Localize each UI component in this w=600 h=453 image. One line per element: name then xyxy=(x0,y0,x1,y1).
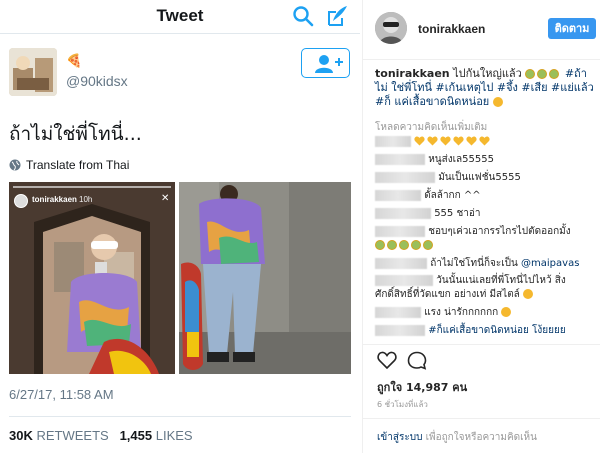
tweet-stats: 30K RETWEETS 1,455 LIKES xyxy=(9,428,193,443)
heart-emoji-icon xyxy=(440,136,451,146)
avatar[interactable] xyxy=(9,48,57,96)
heart-emoji-icon xyxy=(479,136,490,146)
story-time: 10h xyxy=(79,195,93,204)
blurred-username xyxy=(375,207,431,219)
emoji-icon xyxy=(525,69,536,79)
comment-text: 555 ชาอ่า xyxy=(434,208,481,219)
comment: แรง น่ารักกกกกก xyxy=(375,306,513,319)
blurred-username xyxy=(375,189,421,201)
tweet-date: 6/27/17, 11:58 AM xyxy=(9,387,114,402)
comment-text: มันเป็นแฟชั่น5555 xyxy=(438,172,521,183)
emoji-icon xyxy=(375,240,385,250)
compose-tweet-icon[interactable] xyxy=(326,4,350,28)
comment-icon[interactable] xyxy=(407,351,427,370)
comment-text: แรง น่ารักกกกกก xyxy=(424,307,499,318)
comment-text[interactable]: #ก็แค่เสื้อขาดนิดหน่อย โง้ยยยย xyxy=(428,325,566,336)
comment-continued: ศักดิ์สิทธิ์ที่วัดแขก อย่างเท่ มีสไตล์ xyxy=(375,288,535,301)
follow-button[interactable] xyxy=(301,48,350,78)
avatar[interactable] xyxy=(375,12,407,44)
emoji-icon xyxy=(399,240,409,250)
post-caption: tonirakkaen ไปกันใหญ่แล้ว #ถ้าไม่ ใช่พี่… xyxy=(375,67,597,109)
blurred-username xyxy=(375,274,433,286)
blurred-username xyxy=(375,171,435,183)
retweets-count[interactable]: 30K xyxy=(9,428,33,443)
comment-mention[interactable]: @maipavas xyxy=(521,258,579,269)
translate-label: Translate from Thai xyxy=(26,158,130,172)
comment: มันเป็นแฟชั่น5555 xyxy=(375,171,521,184)
likes-suffix: คน xyxy=(452,381,468,394)
divider xyxy=(363,344,600,345)
add-user-icon xyxy=(315,55,343,73)
globe-icon xyxy=(9,159,21,171)
post-header: tonirakkaen ติดตาม xyxy=(363,0,600,60)
retweets-label[interactable]: RETWEETS xyxy=(36,428,108,443)
tweet-text: ถ้าไม่ใช่พี่โทนี่... xyxy=(9,123,142,145)
tweet-header: Tweet xyxy=(0,0,360,34)
story-avatar xyxy=(14,194,28,208)
heart-emoji-icon xyxy=(453,136,464,146)
likes-count[interactable]: 1,455 xyxy=(120,428,153,443)
comment: ดั้ลล้ากก ^^ xyxy=(375,189,481,202)
blurred-username xyxy=(375,257,427,269)
instagram-panel: tonirakkaen ติดตาม tonirakkaen ไปกันใหญ่… xyxy=(362,0,600,453)
search-icon[interactable] xyxy=(292,5,314,27)
heart-emoji-icon xyxy=(466,136,477,146)
blurred-username xyxy=(375,153,425,165)
user-handle[interactable]: @90kidsx xyxy=(66,73,128,89)
comment-text: วันนั้นแน่เลยที่พี่โทนี่ไปไหว้ สิ่ง xyxy=(436,275,566,286)
comment: 555 ชาอ่า xyxy=(375,207,480,220)
login-prompt-text: เพื่อถูกใจหรือความคิดเห็น xyxy=(425,432,537,443)
divider xyxy=(9,416,351,417)
caption-hashtags-3[interactable]: แค่เสื้อขาดนิดหน่อย xyxy=(394,95,489,108)
blurred-username xyxy=(375,225,425,237)
post-username[interactable]: tonirakkaen xyxy=(418,22,485,36)
story-username: tonirakkaen xyxy=(32,195,77,204)
post-time: 6 ชั่วโมงที่แล้ว xyxy=(377,400,428,409)
pizza-badge-icon: 🍕 xyxy=(66,53,83,68)
comment: ชอบๆเค่วเอากรรไกรไปตัดออกมั้ง xyxy=(375,225,571,238)
login-prompt: เข้าสู่ระบบ เพื่อถูกใจหรือความคิดเห็น xyxy=(377,430,537,445)
likes-number: 14,987 xyxy=(405,381,449,394)
story-progress-bar xyxy=(13,186,171,188)
comment xyxy=(375,239,435,252)
emoji-icon xyxy=(549,69,560,79)
login-link[interactable]: เข้าสู่ระบบ xyxy=(377,432,422,443)
comment-text: ดั้ลล้ากก ^^ xyxy=(424,190,481,201)
blurred-username xyxy=(375,306,421,318)
comment-text: หนูส่งเล55555 xyxy=(428,154,494,165)
emoji-icon xyxy=(387,240,397,250)
comment xyxy=(375,135,492,148)
emoji-icon xyxy=(411,240,421,250)
comment-text: ชอบๆเค่วเอากรรไกรไปตัดออกมั้ง xyxy=(428,226,571,237)
blurred-username xyxy=(375,135,411,147)
translate-link[interactable]: Translate from Thai xyxy=(9,158,129,172)
heart-emoji-icon xyxy=(414,136,425,146)
emoji-icon xyxy=(523,289,533,299)
divider xyxy=(363,418,600,419)
close-icon: ✕ xyxy=(161,193,170,204)
load-more-comments[interactable]: โหลดความคิดเห็นเพิ่มเติม xyxy=(375,120,487,135)
likes-prefix: ถูกใจ xyxy=(377,381,403,394)
comment: #ก็แค่เสื้อขาดนิดหน่อย โง้ยยยย xyxy=(375,324,566,337)
blurred-username xyxy=(375,324,425,336)
follow-button[interactable]: ติดตาม xyxy=(548,18,596,39)
caption-username[interactable]: tonirakkaen xyxy=(375,67,450,80)
tweet-photo-mirror-selfie[interactable]: tonirakkaen 10h ✕ xyxy=(9,182,175,374)
comment: ถ้าไม่ใช่โทนี่ก็จะเป็น @maipavas xyxy=(375,257,579,270)
comment-text: ถ้าไม่ใช่โทนี่ก็จะเป็น xyxy=(430,258,518,269)
likes-count[interactable]: ถูกใจ 14,987 คน xyxy=(377,378,467,396)
caption-text: ไปกันใหญ่แล้ว xyxy=(453,67,522,80)
heart-emoji-icon xyxy=(427,136,438,146)
heart-icon[interactable] xyxy=(377,351,397,369)
emoji-icon xyxy=(423,240,433,250)
emoji-icon xyxy=(492,97,503,107)
comment: วันนั้นแน่เลยที่พี่โทนี่ไปไหว้ สิ่ง xyxy=(375,274,566,287)
comment-text: ศักดิ์สิทธิ์ที่วัดแขก อย่างเท่ มีสไตล์ xyxy=(375,289,520,300)
tweet-photo-full-outfit[interactable] xyxy=(179,182,351,374)
likes-label[interactable]: LIKES xyxy=(156,428,193,443)
tweet-panel: Tweet 🍕 @90kidsx ถ้าไม่ใช่พี่โทนี่... Tr… xyxy=(0,0,360,453)
emoji-icon xyxy=(501,307,512,317)
comment: หนูส่งเล55555 xyxy=(375,153,494,166)
emoji-icon xyxy=(537,69,548,79)
